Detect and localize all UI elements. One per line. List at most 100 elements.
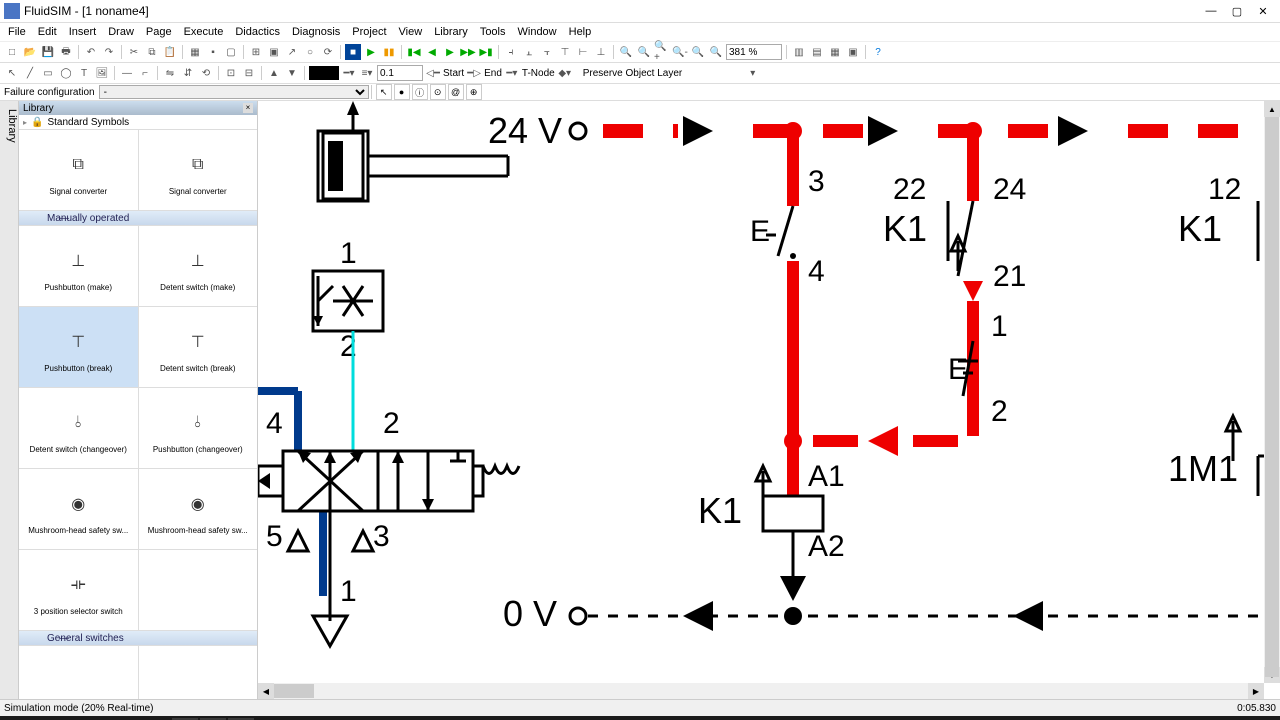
open-icon[interactable]: 📂 [22, 44, 38, 60]
lib-item-signal-converter-2[interactable]: ⧉Signal converter [139, 130, 258, 210]
library-header[interactable]: 🔒Standard Symbols [19, 115, 257, 130]
lib-item-detent-changeover[interactable]: ⫰Detent switch (changeover) [19, 388, 138, 468]
align-left-icon[interactable]: ⫞ [503, 44, 519, 60]
lib-item-gen-2[interactable] [139, 646, 258, 699]
color-swatch[interactable] [309, 66, 339, 80]
refresh-icon[interactable]: ⟳ [320, 44, 336, 60]
flip-h-icon[interactable]: ⇋ [162, 65, 178, 81]
fail-clock-icon[interactable]: ⊙ [430, 84, 446, 100]
canvas[interactable]: 1 2 4 2 [258, 101, 1280, 699]
page-icon[interactable]: ▣ [266, 44, 282, 60]
layout2-icon[interactable]: ▤ [809, 44, 825, 60]
node-style-icon[interactable]: ◆▾ [557, 65, 573, 81]
group-icon[interactable]: ⊡ [223, 65, 239, 81]
grid2-icon[interactable]: ⊞ [248, 44, 264, 60]
layout4-icon[interactable]: ▣ [845, 44, 861, 60]
menu-insert[interactable]: Insert [69, 26, 97, 38]
zoom-page-icon[interactable]: 🔍 [708, 44, 724, 60]
zoom-out-icon[interactable]: 🔍- [672, 44, 688, 60]
text-icon[interactable]: T [76, 65, 92, 81]
layout1-icon[interactable]: ▥ [791, 44, 807, 60]
rect-icon[interactable]: ▭ [40, 65, 56, 81]
cut-icon[interactable]: ✂ [126, 44, 142, 60]
back-icon[interactable]: ▼ [284, 65, 300, 81]
library-close-icon[interactable]: × [243, 103, 253, 113]
fail-target-icon[interactable]: ⊕ [466, 84, 482, 100]
pause-button[interactable]: ▮▮ [381, 44, 397, 60]
circle-icon[interactable]: ○ [302, 44, 318, 60]
ungroup-icon[interactable]: ⊟ [241, 65, 257, 81]
scroll-left-icon[interactable]: ◀ [258, 683, 274, 699]
print-icon[interactable]: 🖶 [58, 44, 74, 60]
menu-edit[interactable]: Edit [38, 26, 57, 38]
undo-icon[interactable]: ↶ [83, 44, 99, 60]
menu-didactics[interactable]: Didactics [235, 26, 280, 38]
scale-input[interactable] [377, 65, 423, 81]
menu-view[interactable]: View [399, 26, 423, 38]
paste-icon[interactable]: 📋 [162, 44, 178, 60]
start-arrow-icon[interactable]: ◁━ [425, 65, 441, 81]
zoom-sel-icon[interactable]: 🔍 [636, 44, 652, 60]
conn-elbow-icon[interactable]: ⌐ [137, 65, 153, 81]
lib-item-pushbutton-break[interactable]: ⊤Pushbutton (break) [19, 307, 138, 387]
lib-item-pushbutton-make[interactable]: ⊥Pushbutton (make) [19, 226, 138, 306]
align-bot-icon[interactable]: ⊥ [593, 44, 609, 60]
lib-item-detent-break[interactable]: ⊤Detent switch (break) [139, 307, 258, 387]
step-fwd2-icon[interactable]: ▶▶ [460, 44, 476, 60]
stop-button[interactable]: ■ [345, 44, 361, 60]
lib-item-mushroom-2[interactable]: ◉Mushroom-head safety sw... [139, 469, 258, 549]
play-button[interactable]: ▶ [363, 44, 379, 60]
menu-execute[interactable]: Execute [184, 26, 224, 38]
maximize-button[interactable]: ▢ [1224, 1, 1250, 21]
ellipse-icon[interactable]: ◯ [58, 65, 74, 81]
lib-item-signal-converter-1[interactable]: ⧉Signal converter [19, 130, 138, 210]
lib-item-gen-1[interactable] [19, 646, 138, 699]
menu-window[interactable]: Window [518, 26, 557, 38]
close-button[interactable]: ✕ [1250, 1, 1276, 21]
lib-item-3pos-selector[interactable]: ⟛3 position selector switch [19, 550, 138, 630]
line-icon[interactable]: ╱ [22, 65, 38, 81]
align-top-icon[interactable]: ⊤ [557, 44, 573, 60]
lib-item-pushbutton-changeover[interactable]: ⫰Pushbutton (changeover) [139, 388, 258, 468]
zoom-in-icon[interactable]: 🔍+ [654, 44, 670, 60]
grid-icon[interactable]: ▦ [187, 44, 203, 60]
layer-dd-icon[interactable]: ▾ [745, 65, 761, 81]
conn-line-icon[interactable]: — [119, 65, 135, 81]
step-start-icon[interactable]: ▮◀ [406, 44, 422, 60]
lib-cat-manual[interactable]: Manually operated [19, 211, 257, 225]
zoom-input[interactable] [726, 44, 782, 60]
save-icon[interactable]: 💾 [40, 44, 56, 60]
horizontal-scrollbar[interactable]: ◀ ▶ [258, 683, 1264, 699]
new-icon[interactable]: □ [4, 44, 20, 60]
align-center-icon[interactable]: ⫠ [521, 44, 537, 60]
failure-select[interactable]: - [99, 85, 369, 99]
menu-file[interactable]: File [8, 26, 26, 38]
menu-project[interactable]: Project [352, 26, 386, 38]
lib-item-detent-make[interactable]: ⊥Detent switch (make) [139, 226, 258, 306]
menu-help[interactable]: Help [569, 26, 592, 38]
pointer-icon[interactable]: ↖ [4, 65, 20, 81]
ruler-icon[interactable]: ▢ [223, 44, 239, 60]
fail-info-icon[interactable]: ⓘ [412, 84, 428, 100]
minimize-button[interactable]: — [1198, 1, 1224, 21]
align-right-icon[interactable]: ⫟ [539, 44, 555, 60]
lib-item-mushroom-1[interactable]: ◉Mushroom-head safety sw... [19, 469, 138, 549]
linestyle-icon[interactable]: ━▾ [341, 65, 357, 81]
scroll-right-icon[interactable]: ▶ [1248, 683, 1264, 699]
scroll-up-icon[interactable]: ▲ [1264, 101, 1280, 117]
lib-cat-general[interactable]: General switches [19, 631, 257, 645]
help-icon[interactable]: ? [870, 44, 886, 60]
end-arrow-icon[interactable]: ━▷ [466, 65, 482, 81]
fail-at-icon[interactable]: @ [448, 84, 464, 100]
snap-icon[interactable]: ▪ [205, 44, 221, 60]
layout3-icon[interactable]: ▦ [827, 44, 843, 60]
zoom-fit-icon[interactable]: 🔍 [618, 44, 634, 60]
menu-diagnosis[interactable]: Diagnosis [292, 26, 340, 38]
fail-pointer-icon[interactable]: ↖ [376, 84, 392, 100]
flip-v-icon[interactable]: ⇵ [180, 65, 196, 81]
step-fwd-icon[interactable]: ▶ [442, 44, 458, 60]
align-mid-icon[interactable]: ⊢ [575, 44, 591, 60]
rotate-icon[interactable]: ⟲ [198, 65, 214, 81]
step-end-icon[interactable]: ▶▮ [478, 44, 494, 60]
menu-page[interactable]: Page [146, 26, 172, 38]
